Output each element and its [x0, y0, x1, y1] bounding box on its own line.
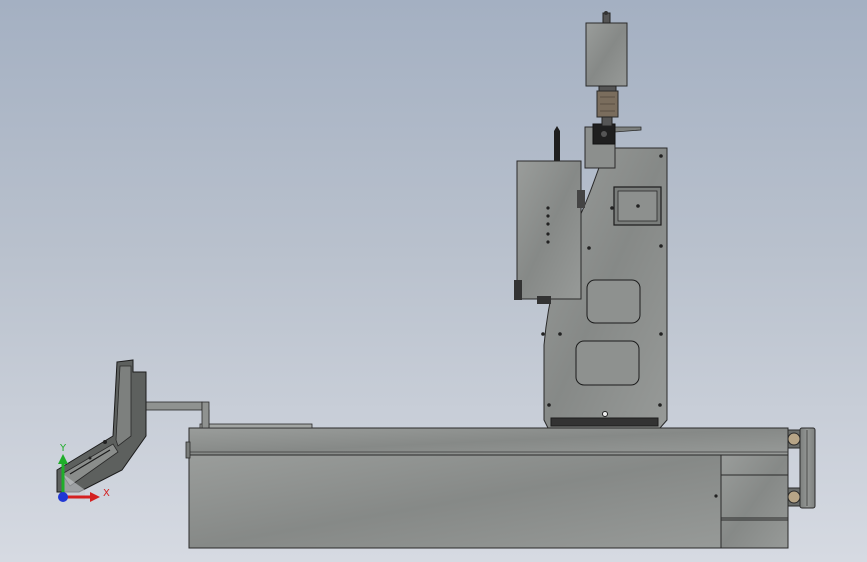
triad-z-origin — [58, 492, 68, 502]
triad-x-arrow-icon — [90, 492, 100, 502]
spindle-box — [514, 160, 585, 304]
triad-y-arrow-icon — [58, 454, 68, 464]
cad-drawing[interactable]: Y X — [0, 0, 867, 562]
machine-base — [185, 423, 789, 549]
x-axis-end-cap — [787, 427, 816, 509]
z-axis-motor — [585, 11, 628, 127]
triad-y-label: Y — [59, 443, 67, 454]
triad-x-label: X — [103, 488, 110, 499]
control-arm — [56, 359, 210, 493]
cad-viewport[interactable]: Y X — [0, 0, 867, 562]
